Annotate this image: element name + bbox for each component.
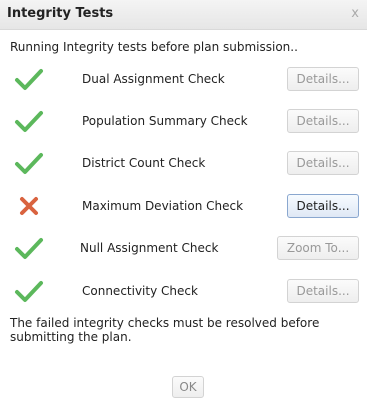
check-label: Connectivity Check <box>82 284 198 298</box>
dialog-title: Integrity Tests <box>7 6 114 21</box>
zoom-to-button[interactable]: Zoom To... <box>277 236 359 260</box>
check-label: Population Summary Check <box>82 114 248 128</box>
checkmark-icon <box>15 111 43 132</box>
checkmark-icon <box>15 281 43 302</box>
details-button[interactable]: Details... <box>287 279 359 303</box>
check-label: Null Assignment Check <box>80 241 219 255</box>
dialog-titlebar[interactable]: Integrity Tests x <box>0 0 367 30</box>
checkmark-icon <box>15 153 43 174</box>
details-button[interactable]: Details... <box>287 109 359 133</box>
check-row-null-assignment: Null Assignment Check Zoom To... <box>0 232 367 266</box>
checkmark-icon <box>15 238 43 259</box>
check-row-district-count: District Count Check Details... <box>0 147 367 181</box>
intro-text: Running Integrity tests before plan subm… <box>10 40 298 54</box>
close-icon[interactable]: x <box>351 6 359 21</box>
check-label: District Count Check <box>82 156 206 170</box>
ok-button[interactable]: OK <box>172 376 204 398</box>
check-row-population-summary: Population Summary Check Details... <box>0 105 367 139</box>
integrity-tests-dialog: Integrity Tests x Running Integrity test… <box>0 0 367 398</box>
check-row-connectivity: Connectivity Check Details... <box>0 275 367 309</box>
check-row-dual-assignment: Dual Assignment Check Details... <box>0 63 367 97</box>
details-button[interactable]: Details... <box>287 67 359 91</box>
footer-message: The failed integrity checks must be reso… <box>10 316 320 344</box>
x-mark-icon <box>20 197 38 215</box>
checkmark-icon <box>15 69 43 90</box>
details-button[interactable]: Details... <box>287 151 359 175</box>
check-label: Maximum Deviation Check <box>82 199 244 213</box>
details-button[interactable]: Details... <box>287 194 359 218</box>
check-label: Dual Assignment Check <box>82 72 225 86</box>
check-row-maximum-deviation: Maximum Deviation Check Details... <box>0 190 367 224</box>
